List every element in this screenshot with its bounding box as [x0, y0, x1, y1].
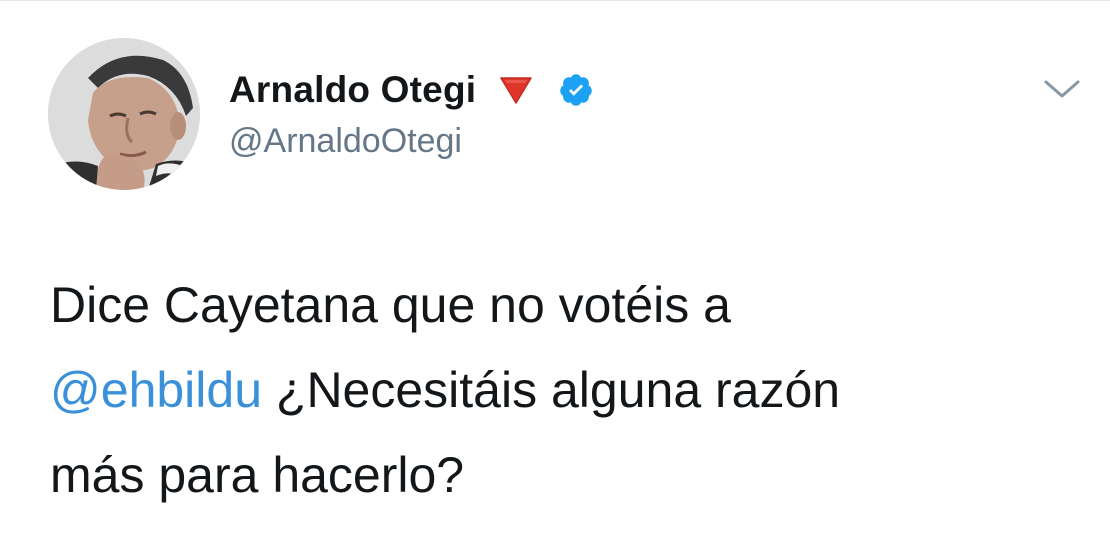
red-down-triangle-icon — [498, 75, 534, 105]
tweet-text-line-2-rest: ¿Necesitáis alguna razón — [262, 362, 841, 418]
tweet-text-line-2: @ehbildu ¿Necesitáis alguna razón — [50, 348, 1070, 433]
name-row: Arnaldo Otegi — [229, 62, 594, 118]
avatar[interactable] — [48, 38, 200, 190]
chevron-down-icon[interactable] — [1042, 74, 1082, 104]
tweet-text-line-1: Dice Cayetana que no votéis a — [50, 277, 731, 333]
tweet-text-line-3: más para hacerlo? — [50, 447, 465, 503]
top-divider — [0, 0, 1110, 1]
author-display-name[interactable]: Arnaldo Otegi — [229, 69, 476, 111]
mention-link[interactable]: @ehbildu — [50, 362, 262, 418]
tweet-header: Arnaldo Otegi @ArnaldoOtegi — [229, 62, 594, 161]
author-handle[interactable]: @ArnaldoOtegi — [229, 122, 594, 161]
tweet-text: Dice Cayetana que no votéis a @ehbildu ¿… — [50, 263, 1070, 518]
avatar-image — [48, 38, 200, 190]
verified-badge-icon — [558, 72, 594, 108]
